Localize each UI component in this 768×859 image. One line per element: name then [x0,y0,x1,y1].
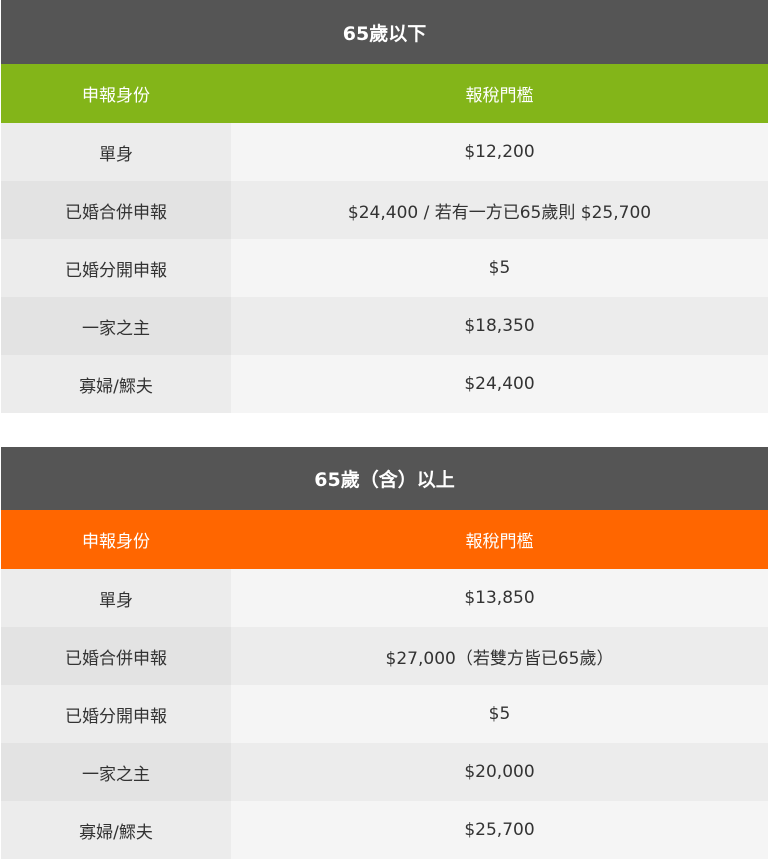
threshold-cell: $13,850 [231,569,768,627]
header-filing-status: 申報身份 [82,86,150,106]
table-title-text: 65歲（含）以上 [314,469,455,491]
header-filing-status: 申報身份 [82,532,150,552]
filing-status-cell: 一家之主 [1,743,231,801]
filing-status-cell: 單身 [1,569,231,627]
threshold-cell: $20,000 [231,743,768,801]
header-filing-threshold: 報稅門檻 [465,532,534,552]
threshold-cell: $5 [231,239,768,297]
filing-status-cell: 一家之主 [1,297,231,355]
filing-status-cell: 已婚分開申報 [1,685,231,743]
table-title: 65歲以下 [1,0,768,64]
threshold-cell: $24,400 / 若有一方已65歲則 $25,700 [231,181,768,239]
table-header-row: 申報身份 報稅門檻 [1,64,768,123]
table-row: 單身 $12,200 [1,123,768,181]
filing-status-cell: 已婚合併申報 [1,627,231,685]
table-row: 單身 $13,850 [1,569,768,627]
table-row: 一家之主 $18,350 [1,297,768,355]
table-row: 寡婦/鰥夫 $25,700 [1,801,768,859]
threshold-cell: $24,400 [231,355,768,413]
filing-status-cell: 寡婦/鰥夫 [1,355,231,413]
filing-status-cell: 已婚合併申報 [1,181,231,239]
table-row: 已婚合併申報 $27,000（若雙方皆已65歲） [1,627,768,685]
table-row: 一家之主 $20,000 [1,743,768,801]
table-row: 已婚分開申報 $5 [1,239,768,297]
threshold-cell: $27,000（若雙方皆已65歲） [231,627,768,685]
page: 65歲以下 申報身份 報稅門檻 單身 $12,200 已婚合併申報 $24,40… [0,0,768,859]
filing-status-cell: 寡婦/鰥夫 [1,801,231,859]
table-header-row: 申報身份 報稅門檻 [1,510,768,569]
table-title-text: 65歲以下 [342,22,427,45]
filing-status-cell: 已婚分開申報 [1,239,231,297]
table-title: 65歲（含）以上 [1,447,768,510]
threshold-cell: $5 [231,685,768,743]
threshold-cell: $18,350 [231,297,768,355]
table-row: 已婚分開申報 $5 [1,685,768,743]
header-filing-threshold: 報稅門檻 [465,86,534,106]
table-row: 已婚合併申報 $24,400 / 若有一方已65歲則 $25,700 [1,181,768,239]
filing-threshold-table-under-65: 65歲以下 申報身份 報稅門檻 單身 $12,200 已婚合併申報 $24,40… [1,0,768,413]
filing-status-cell: 單身 [1,123,231,181]
table-row: 寡婦/鰥夫 $24,400 [1,355,768,413]
threshold-cell: $25,700 [231,801,768,859]
threshold-cell: $12,200 [231,123,768,181]
filing-threshold-table-65-and-over: 65歲（含）以上 申報身份 報稅門檻 單身 $13,850 已婚合併申報 $27… [1,447,768,859]
